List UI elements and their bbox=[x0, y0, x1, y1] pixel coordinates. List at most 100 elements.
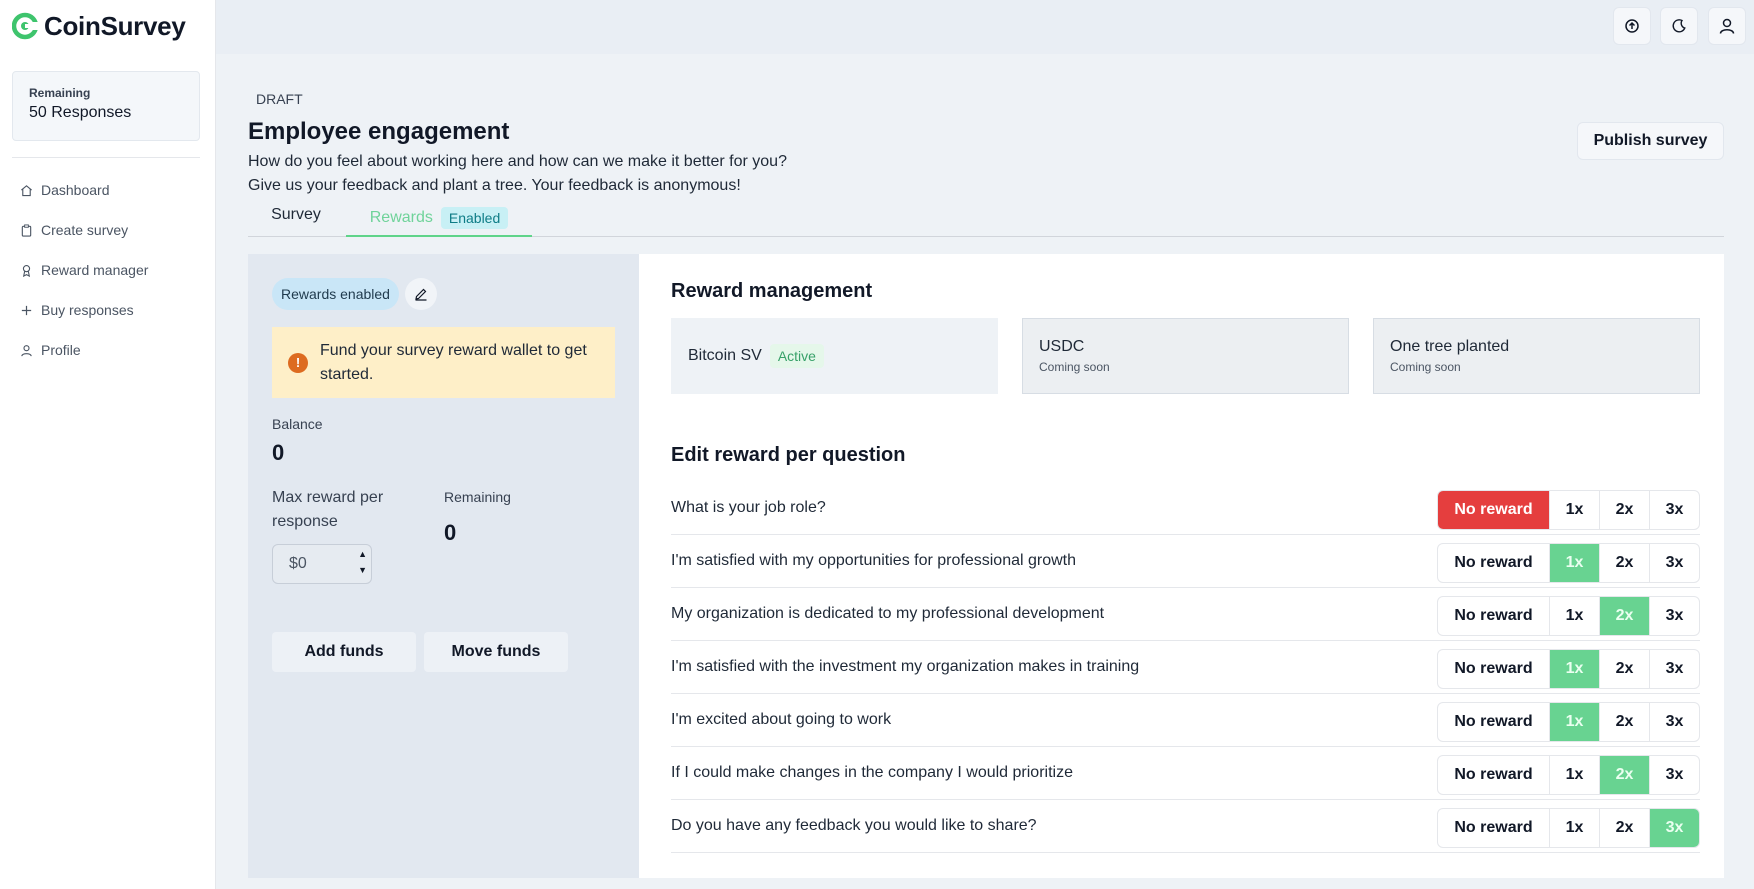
rewards-enabled-pill: Rewards enabled bbox=[272, 278, 399, 310]
tab-rewards-label: Rewards bbox=[369, 208, 433, 226]
reward-option-1x[interactable]: 1x bbox=[1549, 597, 1599, 635]
publish-survey-button[interactable]: Publish survey bbox=[1577, 122, 1724, 160]
question-text: Do you have any feedback you would like … bbox=[671, 817, 1037, 834]
question-text: My organization is dedicated to my profe… bbox=[671, 605, 1105, 622]
remaining-label: Remaining bbox=[444, 489, 511, 505]
coin-card-one-tree-planted: One tree planted Coming soon bbox=[1373, 318, 1700, 394]
question-text: I'm satisfied with my opportunities for … bbox=[671, 552, 1077, 569]
edit-rewards-button[interactable] bbox=[405, 278, 437, 310]
sidebar-item-profile[interactable]: Profile bbox=[20, 340, 148, 360]
warning-icon: ! bbox=[288, 352, 308, 373]
reward-option-2x[interactable]: 2x bbox=[1599, 544, 1649, 582]
add-funds-button[interactable]: Add funds bbox=[272, 632, 416, 672]
sidebar: CoinSurvey Remaining 50 Responses Dashbo… bbox=[0, 0, 216, 889]
moon-icon bbox=[1672, 19, 1686, 33]
reward-option-2x[interactable]: 2x bbox=[1599, 809, 1649, 847]
status-label: DRAFT bbox=[256, 91, 303, 107]
remaining-responses-card: Remaining 50 Responses bbox=[12, 71, 200, 141]
user-icon bbox=[21, 344, 32, 356]
sidebar-item-buy-responses[interactable]: Buy responses bbox=[20, 300, 148, 320]
move-funds-button[interactable]: Move funds bbox=[424, 632, 568, 672]
question-row: My organization is dedicated to my profe… bbox=[671, 588, 1700, 641]
reward-option-3x[interactable]: 3x bbox=[1649, 756, 1699, 794]
dark-mode-toggle[interactable] bbox=[1660, 7, 1698, 45]
max-reward-value: $0 bbox=[289, 555, 307, 572]
home-icon bbox=[21, 184, 32, 196]
reward-option-3x[interactable]: 3x bbox=[1649, 597, 1699, 635]
fund-wallet-alert: ! Fund your survey reward wallet to get … bbox=[272, 327, 615, 398]
reward-multiplier-selector: No reward 1x 2x 3x bbox=[1437, 649, 1700, 689]
reward-option-no-reward[interactable]: No reward bbox=[1438, 597, 1549, 635]
award-icon bbox=[22, 264, 31, 277]
coinsurvey-logo-icon bbox=[12, 12, 38, 40]
question-text: I'm excited about going to work bbox=[671, 711, 892, 728]
reward-option-1x[interactable]: 1x bbox=[1549, 650, 1599, 688]
coin-card-bitcoin-sv[interactable]: Bitcoin SV Active bbox=[671, 318, 998, 394]
reward-option-1x[interactable]: 1x bbox=[1549, 544, 1599, 582]
sidebar-item-label: Buy responses bbox=[41, 302, 134, 318]
upload-button[interactable] bbox=[1613, 7, 1651, 45]
reward-option-3x[interactable]: 3x bbox=[1649, 491, 1699, 529]
subtitle-line: Give us your feedback and plant a tree. … bbox=[248, 177, 741, 194]
reward-option-1x[interactable]: 1x bbox=[1549, 809, 1599, 847]
number-stepper: ▲ ▼ bbox=[358, 548, 367, 576]
decrement-icon[interactable]: ▼ bbox=[358, 564, 367, 576]
max-reward-label: Max reward per response bbox=[272, 489, 384, 530]
tab-survey[interactable]: Survey bbox=[248, 206, 344, 224]
reward-option-no-reward[interactable]: No reward bbox=[1438, 756, 1549, 794]
coin-status: Coming soon bbox=[1390, 360, 1461, 374]
sidebar-item-create-survey[interactable]: Create survey bbox=[20, 220, 148, 240]
sidebar-item-reward-manager[interactable]: Reward manager bbox=[20, 260, 148, 280]
reward-option-no-reward[interactable]: No reward bbox=[1438, 809, 1549, 847]
reward-option-no-reward[interactable]: No reward bbox=[1438, 703, 1549, 741]
question-text: I'm satisfied with the investment my org… bbox=[671, 658, 1140, 675]
sidebar-nav: Dashboard Create survey Reward manager B… bbox=[20, 180, 148, 380]
upload-icon bbox=[1625, 19, 1639, 33]
question-text: If I could make changes in the company I… bbox=[671, 764, 1073, 781]
sidebar-divider bbox=[12, 157, 200, 158]
reward-option-2x[interactable]: 2x bbox=[1599, 597, 1649, 635]
coin-name: One tree planted bbox=[1390, 338, 1510, 355]
reward-option-no-reward[interactable]: No reward bbox=[1438, 491, 1549, 529]
plus-icon bbox=[21, 305, 32, 315]
logo[interactable]: CoinSurvey bbox=[12, 10, 186, 42]
user-icon bbox=[1719, 18, 1735, 34]
tab-rewards[interactable]: Rewards Enabled bbox=[346, 200, 532, 237]
reward-option-1x[interactable]: 1x bbox=[1549, 491, 1599, 529]
reward-option-2x[interactable]: 2x bbox=[1599, 650, 1649, 688]
reward-option-3x[interactable]: 3x bbox=[1649, 544, 1699, 582]
reward-option-3x[interactable]: 3x bbox=[1649, 650, 1699, 688]
coin-card-usdc: USDC Coming soon bbox=[1022, 318, 1349, 394]
increment-icon[interactable]: ▲ bbox=[358, 548, 367, 560]
clipboard-icon bbox=[21, 223, 32, 237]
max-reward-input[interactable]: $0 ▲ ▼ bbox=[272, 544, 372, 584]
reward-option-no-reward[interactable]: No reward bbox=[1438, 544, 1549, 582]
topbar bbox=[216, 0, 1754, 54]
remaining-label: Remaining bbox=[29, 86, 91, 100]
page-subtitle: How do you feel about working here and h… bbox=[248, 150, 787, 198]
reward-option-1x[interactable]: 1x bbox=[1549, 756, 1599, 794]
question-row: I'm satisfied with the investment my org… bbox=[671, 641, 1700, 694]
sidebar-item-dashboard[interactable]: Dashboard bbox=[20, 180, 148, 200]
reward-option-3x[interactable]: 3x bbox=[1649, 809, 1699, 847]
reward-option-no-reward[interactable]: No reward bbox=[1438, 650, 1549, 688]
edit-reward-title: Edit reward per question bbox=[671, 444, 906, 466]
remaining-value: 50 Responses bbox=[29, 104, 132, 121]
coin-name: USDC bbox=[1039, 338, 1085, 355]
app-name: CoinSurvey bbox=[44, 10, 186, 41]
reward-multiplier-selector: No reward 1x 2x 3x bbox=[1437, 543, 1700, 583]
alert-text: Fund your survey reward wallet to get st… bbox=[320, 341, 587, 383]
reward-option-1x[interactable]: 1x bbox=[1549, 703, 1599, 741]
sidebar-item-label: Reward manager bbox=[41, 262, 149, 278]
reward-option-2x[interactable]: 2x bbox=[1599, 703, 1649, 741]
reward-option-2x[interactable]: 2x bbox=[1599, 491, 1649, 529]
question-row: What is your job role? No reward 1x 2x 3x bbox=[671, 482, 1700, 535]
sidebar-item-label: Create survey bbox=[41, 222, 129, 238]
reward-multiplier-selector: No reward 1x 2x 3x bbox=[1437, 755, 1700, 795]
reward-option-3x[interactable]: 3x bbox=[1649, 703, 1699, 741]
reward-option-2x[interactable]: 2x bbox=[1599, 756, 1649, 794]
account-button[interactable] bbox=[1708, 7, 1746, 45]
reward-management-panel: Reward management Bitcoin SV Active USDC… bbox=[639, 254, 1724, 878]
subtitle-line: How do you feel about working here and h… bbox=[248, 153, 787, 170]
question-row: If I could make changes in the company I… bbox=[671, 747, 1700, 800]
